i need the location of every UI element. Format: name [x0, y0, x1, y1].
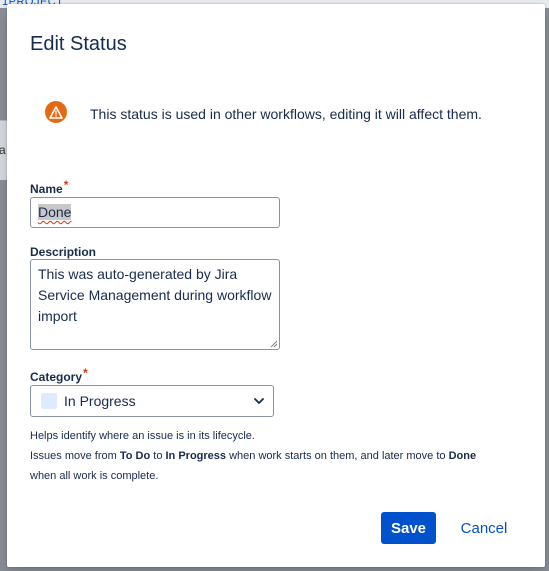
help-line-3: when all work is complete.	[30, 470, 159, 482]
name-field-value: Done	[38, 204, 72, 220]
name-field[interactable]: Done	[30, 197, 280, 228]
background-text-fragment: a	[0, 143, 6, 157]
warning-icon	[45, 101, 67, 123]
help-done: Done	[448, 450, 477, 462]
background-panel-edge: a	[0, 120, 7, 180]
help-text: Issues move from	[30, 450, 120, 462]
help-line-1: Helps identify where an issue is in its …	[30, 430, 255, 442]
category-label: Category*	[30, 366, 88, 384]
cancel-button[interactable]: Cancel	[452, 512, 516, 544]
edit-status-dialog: Edit Status This status is used in other…	[7, 4, 545, 567]
help-todo: To Do	[119, 450, 151, 462]
help-text: when work starts on them, and later move…	[226, 450, 449, 462]
name-label-text: Name	[30, 182, 63, 196]
required-marker: *	[63, 178, 69, 192]
description-field-value: This was auto-generated by Jira Service …	[38, 266, 272, 324]
warning-message: This status is used in other workflows, …	[90, 106, 482, 122]
help-in-progress: In Progress	[165, 450, 227, 462]
chevron-down-icon	[254, 398, 264, 404]
help-line-2: Issues move from To Do to In Progress wh…	[30, 446, 530, 466]
description-field[interactable]: This was auto-generated by Jira Service …	[30, 259, 280, 350]
category-label-text: Category	[30, 370, 83, 384]
name-label: Name*	[30, 178, 68, 196]
category-color-swatch	[41, 393, 57, 409]
category-selected-value: In Progress	[64, 393, 136, 409]
resize-handle-icon[interactable]	[270, 340, 278, 348]
description-label: Description	[30, 245, 97, 259]
required-marker: *	[83, 366, 88, 380]
dialog-title: Edit Status	[30, 33, 127, 55]
help-text: to	[150, 450, 166, 462]
category-help-text: Helps identify where an issue is in its …	[30, 426, 530, 486]
save-button[interactable]: Save	[381, 512, 436, 544]
category-select[interactable]: In Progress	[30, 385, 274, 417]
